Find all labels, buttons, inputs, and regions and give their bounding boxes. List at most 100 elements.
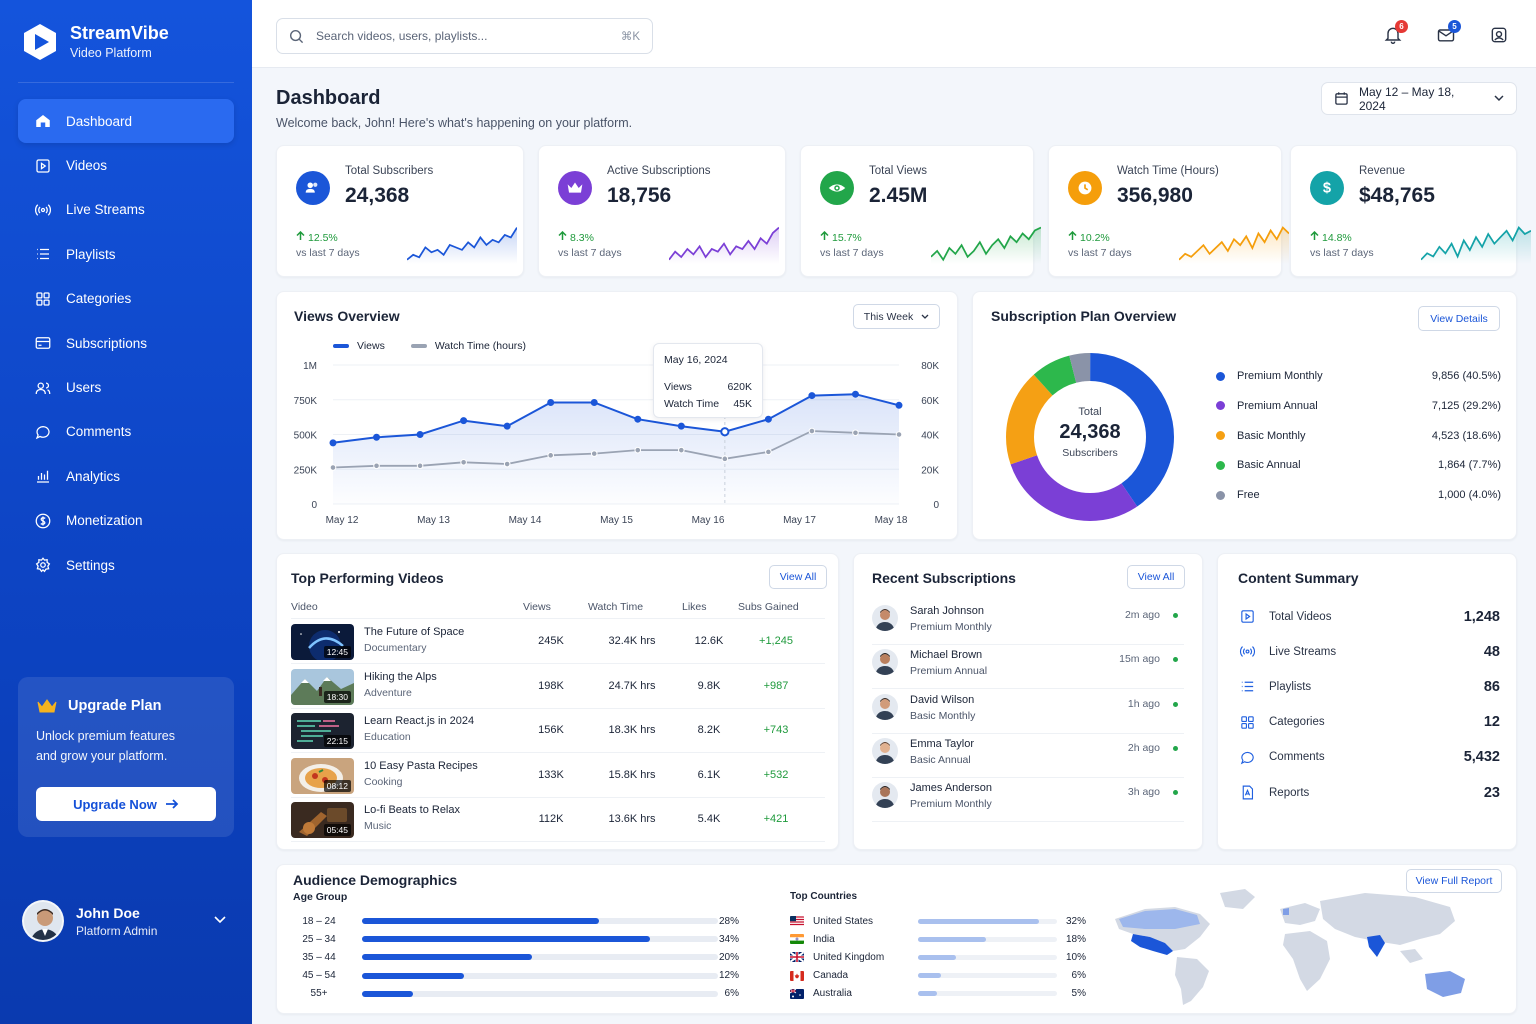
y-right-tick-label: 0 xyxy=(933,500,939,511)
table-row[interactable]: 18:30 Hiking the Alps Adventure 198K 24.7K h… xyxy=(291,665,825,709)
brand[interactable]: StreamVibe Video Platform xyxy=(22,22,169,62)
video-thumbnail[interactable]: 08:12 xyxy=(291,757,354,794)
sidebar: StreamVibe Video Platform Dashboard Video… xyxy=(0,0,252,1024)
chevron-down-icon[interactable] xyxy=(214,916,226,924)
video-likes: 5.4K xyxy=(697,813,721,825)
sidebar-item-settings[interactable]: Settings xyxy=(18,543,234,587)
list-item[interactable]: James Anderson Premium Monthly 3h ago xyxy=(872,778,1184,823)
summary-item-categories[interactable]: Categories 12 xyxy=(1238,705,1500,740)
country-bar-fill xyxy=(918,973,941,979)
age-group-row: 55+ 6% xyxy=(293,985,739,1003)
sidebar-item-monetization[interactable]: Monetization xyxy=(18,499,234,543)
stat-card-watch-time-hours[interactable]: Watch Time (Hours) 356,980 10.2% vs last 7 … xyxy=(1048,145,1289,277)
x-tick-label: May 14 xyxy=(509,515,542,526)
stat-change-value: 14.8% xyxy=(1322,232,1352,244)
table-row[interactable]: 08:12 10 Easy Pasta Recipes Cooking 133K 15.… xyxy=(291,754,825,798)
notification-badge: 6 xyxy=(1395,20,1408,33)
list-item[interactable]: Sarah Johnson Premium Monthly 2m ago xyxy=(872,601,1184,645)
video-thumbnail[interactable]: 22:15 xyxy=(291,713,354,749)
content-summary-title: Content Summary xyxy=(1238,570,1359,586)
sidebar-nav: Dashboard Videos Live Streams Playlists Cate… xyxy=(18,99,234,587)
summary-item-playlists[interactable]: Playlists 86 xyxy=(1238,669,1500,704)
sidebar-item-users[interactable]: Users xyxy=(18,365,234,409)
brand-subtitle: Video Platform xyxy=(70,46,152,60)
sidebar-item-categories[interactable]: Categories xyxy=(18,277,234,321)
list-item[interactable]: Michael Brown Premium Annual 15m ago xyxy=(872,645,1184,690)
age-percent: 6% xyxy=(724,988,739,1000)
date-range-picker[interactable]: May 12 – May 18, 2024 xyxy=(1321,82,1517,115)
legend-dot xyxy=(1216,401,1225,411)
sidebar-item-comments[interactable]: Comments xyxy=(18,410,234,454)
video-watch-time: 24.7K hrs xyxy=(608,679,656,692)
country-row: India 18% xyxy=(790,930,1086,948)
country-bar-fill xyxy=(918,936,987,942)
status-dot xyxy=(1173,701,1178,707)
summary-value: 23 xyxy=(1483,784,1500,801)
stat-card-total-subscribers[interactable]: Total Subscribers 24,368 12.5% vs last 7 da… xyxy=(276,145,524,277)
arrow-right-icon xyxy=(165,799,179,809)
age-bar-track xyxy=(362,936,718,943)
messages-button[interactable]: 5 xyxy=(1431,20,1461,50)
watch-time-point xyxy=(678,446,685,454)
video-watch-time: 18.3K hrs xyxy=(608,724,656,736)
sidebar-item-subscriptions[interactable]: Subscriptions xyxy=(18,321,234,365)
plan-legend-item: Basic Monthly 4,523 (18.6%) xyxy=(1216,426,1501,446)
crown-icon xyxy=(558,171,592,205)
summary-item-reports[interactable]: Reports 23 xyxy=(1238,775,1500,810)
watch-time-point xyxy=(547,452,554,459)
list-item[interactable]: David Wilson Basic Monthly 1h ago xyxy=(872,690,1184,734)
svg-text:$: $ xyxy=(1323,181,1331,197)
stat-card-total-views[interactable]: Total Views 2.45M 15.7% vs last 7 days xyxy=(800,145,1041,277)
summary-item-total-videos[interactable]: Total Videos 1,248 xyxy=(1238,599,1500,634)
notifications-button[interactable]: 6 xyxy=(1378,20,1408,50)
age-bar-track xyxy=(362,990,718,997)
stat-change-value: 10.2% xyxy=(1080,232,1110,244)
page-subtitle: Welcome back, John! Here's what's happen… xyxy=(276,116,633,130)
legend-dot xyxy=(1216,460,1225,470)
views-point xyxy=(634,415,642,423)
stat-label: Active Subscriptions xyxy=(607,165,711,177)
sidebar-item-analytics[interactable]: Analytics xyxy=(18,454,234,498)
summary-item-live-streams[interactable]: Live Streams 48 xyxy=(1238,634,1500,669)
sidebar-item-dashboard[interactable]: Dashboard xyxy=(18,99,234,144)
sparkline xyxy=(1179,226,1289,264)
views-point xyxy=(677,422,685,430)
video-thumbnail[interactable]: 12:45 xyxy=(291,624,354,660)
stat-card-active-subscriptions[interactable]: Active Subscriptions 18,756 8.3% vs last 7 … xyxy=(538,145,786,277)
profile-button[interactable] xyxy=(1484,20,1514,50)
age-percent: 28% xyxy=(718,915,739,927)
subscriber-name: Michael Brown xyxy=(910,649,983,662)
subscription-overview-title: Subscription Plan Overview xyxy=(991,308,1177,324)
upgrade-now-button[interactable]: Upgrade Now xyxy=(36,787,216,821)
plan-value: 7,125 (29.2%) xyxy=(1431,399,1501,412)
sidebar-item-videos[interactable]: Videos xyxy=(18,143,234,187)
status-dot xyxy=(1173,613,1178,618)
play-logo-icon xyxy=(24,24,56,60)
sidebar-item-playlists[interactable]: Playlists xyxy=(18,232,234,276)
user-profile[interactable]: John Doe Platform Admin xyxy=(22,900,232,942)
top-videos-view-all-button[interactable]: View All xyxy=(769,565,827,589)
stat-value: 2.45M xyxy=(869,184,928,207)
stat-card-revenue[interactable]: $ Revenue $48,765 14.8% vs last 7 days xyxy=(1290,145,1531,277)
table-row[interactable]: 12:45 The Future of Space Documentary 245K 3… xyxy=(291,620,825,664)
video-thumbnail[interactable]: 05:45 xyxy=(291,802,354,838)
playlist-icon xyxy=(34,245,52,263)
search-input[interactable]: Search videos, users, playlists... ⌘K xyxy=(276,18,653,54)
video-thumbnail[interactable]: 18:30 xyxy=(291,668,354,705)
recent-subs-view-all-button[interactable]: View All xyxy=(1127,565,1185,589)
list-item[interactable]: Emma Taylor Basic Annual 2h ago xyxy=(872,734,1184,778)
age-percent: 12% xyxy=(718,970,739,982)
plan-name: Premium Monthly xyxy=(1237,370,1323,382)
stat-value: 356,980 xyxy=(1117,184,1193,207)
views-point xyxy=(851,390,859,398)
country-name: India xyxy=(813,933,835,945)
summary-item-comments[interactable]: Comments 5,432 xyxy=(1238,740,1500,775)
table-row[interactable]: 22:15 Learn React.js in 2024 Education 156K… xyxy=(291,709,825,753)
table-row[interactable]: 05:45 Lo-fi Beats to Relax Music 112K 13.6K … xyxy=(291,798,825,842)
sidebar-item-live-streams[interactable]: Live Streams xyxy=(18,188,234,232)
country-row: Australia 5% xyxy=(790,985,1086,1003)
legend-dot xyxy=(1216,431,1225,441)
plan-value: 1,864 (7.7%) xyxy=(1438,459,1501,472)
subscriber-plan: Premium Monthly xyxy=(910,798,992,811)
view-details-button[interactable]: View Details xyxy=(1418,306,1500,331)
